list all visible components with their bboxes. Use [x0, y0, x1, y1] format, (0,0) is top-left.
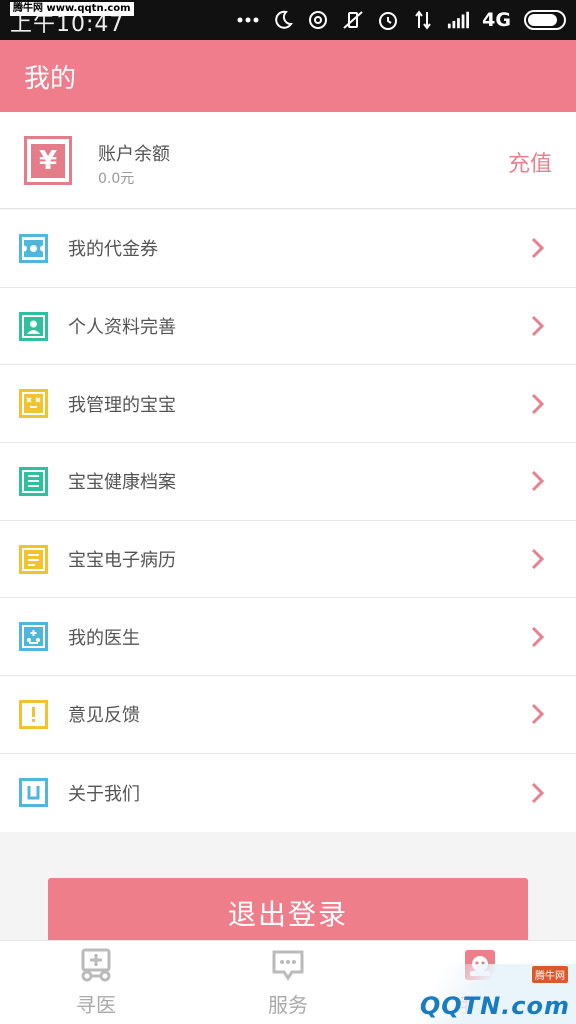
moon-icon	[272, 9, 294, 31]
signal-icon	[447, 9, 470, 31]
menu-item-vouchers[interactable]: 我的代金券	[0, 210, 576, 288]
service-message-icon	[272, 950, 304, 981]
menu-item-about-us[interactable]: 关于我们	[0, 754, 576, 832]
balance-title: 账户余额	[98, 144, 170, 165]
menu-list: 我的代金券 个人资料完善 我管理的宝宝 宝宝健康档案 宝宝电子病历 我的医生 意…	[0, 210, 576, 832]
yuan-icon: ¥	[24, 136, 72, 185]
vibrate-off-icon	[342, 9, 364, 31]
nav-label: 寻医	[76, 993, 116, 1017]
exclamation-icon	[19, 699, 48, 729]
menu-item-label: 关于我们	[68, 783, 140, 805]
bottom-nav: 寻医 服务 我的 腾牛网 QQTN.com	[0, 940, 576, 1024]
menu-item-health-records[interactable]: 宝宝健康档案	[0, 443, 576, 521]
menu-item-label: 宝宝电子病历	[68, 550, 176, 572]
baby-face-icon	[19, 389, 48, 419]
page-title: 我的	[24, 63, 77, 94]
chevron-right-icon	[531, 782, 545, 803]
chevron-right-icon	[531, 315, 545, 337]
alarm-icon	[377, 9, 399, 31]
menu-item-label: 我的代金券	[68, 239, 158, 261]
watermark: 腾牛网 www.qqtn.com	[10, 2, 134, 16]
page-header: 我的	[0, 40, 576, 112]
logout-button[interactable]: 退出登录	[48, 878, 528, 948]
person-icon	[19, 311, 48, 341]
qqtn-logo-text: QQTN.com	[419, 992, 570, 1020]
network-type: 4G	[482, 9, 511, 31]
menu-item-label: 我的医生	[68, 627, 140, 649]
battery-icon	[524, 10, 566, 30]
menu-item-label: 意见反馈	[68, 705, 140, 727]
battery-level	[528, 14, 557, 26]
nav-tab-find-doctor[interactable]: 寻医	[0, 941, 192, 1024]
status-icons: 4G	[237, 9, 566, 31]
qqtn-badge: 腾牛网	[532, 966, 568, 983]
doctor-icon	[19, 622, 48, 652]
menu-item-my-doctor[interactable]: 我的医生	[0, 598, 576, 677]
nav-tab-service[interactable]: 服务	[192, 941, 384, 1024]
chevron-right-icon	[531, 238, 545, 259]
recharge-button[interactable]: 充值	[508, 146, 552, 178]
ticket-icon	[19, 233, 48, 263]
balance-amount: 0.0元	[98, 171, 135, 187]
more-dots-icon	[237, 9, 259, 31]
account-balance-card: ¥ 账户余额 0.0元 充值	[0, 112, 576, 209]
menu-item-profile[interactable]: 个人资料完善	[0, 288, 576, 366]
qqtn-watermark-logo: 腾牛网 QQTN.com	[420, 964, 576, 1024]
menu-item-label: 宝宝健康档案	[68, 472, 176, 494]
yuan-glyph: ¥	[31, 143, 65, 178]
chevron-right-icon	[531, 704, 545, 725]
status-left: 上午10:47 腾牛网 www.qqtn.com	[10, 0, 160, 40]
menu-item-my-babies[interactable]: 我管理的宝宝	[0, 365, 576, 444]
menu-item-feedback[interactable]: 意见反馈	[0, 676, 576, 754]
chevron-right-icon	[531, 393, 545, 414]
nav-label: 服务	[268, 993, 308, 1017]
menu-item-label: 个人资料完善	[68, 317, 176, 339]
menu-item-label: 我管理的宝宝	[68, 394, 176, 416]
hotspot-icon	[307, 9, 329, 31]
chevron-right-icon	[531, 471, 545, 492]
status-bar: 上午10:47 腾牛网 www.qqtn.com 4G	[0, 0, 576, 40]
menu-item-medical-records[interactable]: 宝宝电子病历	[0, 521, 576, 599]
document-list-icon	[19, 466, 48, 496]
data-transfer-icon	[412, 9, 434, 31]
about-us-icon	[19, 778, 48, 808]
chevron-right-icon	[531, 626, 545, 647]
medical-record-icon	[19, 544, 48, 574]
chevron-right-icon	[531, 549, 545, 570]
find-doctor-icon	[81, 948, 111, 982]
